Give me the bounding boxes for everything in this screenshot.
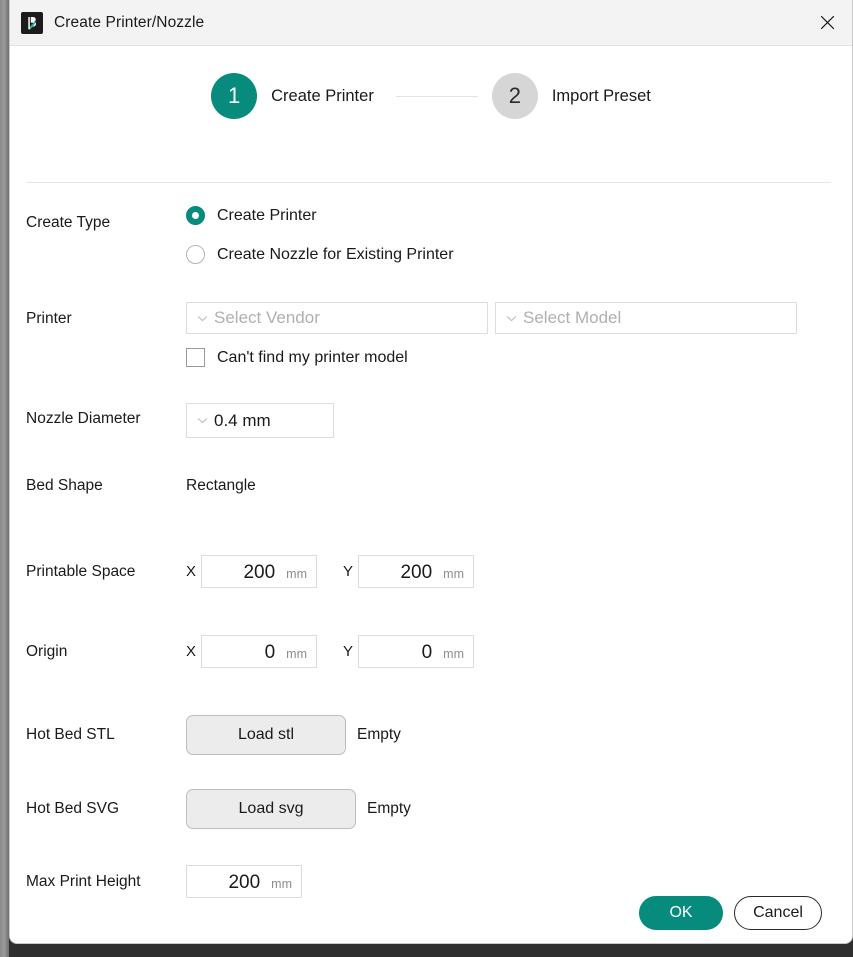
step-2-number: 2 (491, 73, 538, 119)
step-1-number: 1 (211, 73, 258, 119)
radio-create-printer[interactable]: Create Printer (186, 206, 317, 225)
label-origin: Origin (26, 643, 68, 660)
hot-bed-svg-status: Empty (367, 800, 411, 817)
printable-space-x-unit: mm (286, 567, 307, 581)
nozzle-diameter-value: 0.4 mm (214, 410, 271, 430)
load-stl-button[interactable]: Load stl (186, 715, 346, 755)
cancel-button[interactable]: Cancel (734, 896, 822, 930)
row-origin: Origin X 0 mm Y 0 mm (10, 635, 852, 675)
row-nozzle-diameter: Nozzle Diameter 0.4 mm (10, 403, 852, 443)
label-printable-space: Printable Space (26, 563, 136, 580)
printable-space-y-value: 200 (400, 562, 433, 583)
origin-y-unit: mm (443, 647, 464, 661)
label-hot-bed-stl: Hot Bed STL (26, 726, 115, 743)
row-hot-bed-svg: Hot Bed SVG Load svg Empty (10, 789, 852, 829)
step-1-label: Create Printer (271, 86, 374, 105)
printable-space-x-axis: X (186, 563, 197, 580)
max-print-height-input[interactable]: 200 mm (186, 865, 302, 898)
wizard-stepper: 1 Create Printer 2 Import Preset (10, 46, 852, 124)
desktop-background: Create Printer/Nozzle 1 Create Printer 2… (0, 0, 853, 957)
load-svg-button[interactable]: Load svg (186, 789, 356, 829)
nozzle-diameter-dropdown[interactable]: 0.4 mm (186, 403, 334, 438)
select-vendor-text: Select Vendor (214, 308, 320, 327)
hot-bed-stl-status: Empty (357, 726, 401, 743)
radio-create-nozzle-existing[interactable]: Create Nozzle for Existing Printer (186, 245, 454, 264)
label-create-type: Create Type (26, 214, 111, 231)
step-connector-line (395, 95, 478, 97)
row-bed-shape: Bed Shape Rectangle (10, 477, 852, 517)
window-title: Create Printer/Nozzle (54, 13, 205, 31)
chevron-down-icon (197, 418, 208, 424)
printer-form: Create Type Create Printer Create Nozzle… (10, 206, 852, 905)
radio-create-nozzle-label: Create Nozzle for Existing Printer (217, 245, 454, 263)
header-divider (26, 182, 831, 183)
select-model-text: Select Model (523, 308, 622, 327)
bambu-logo-icon (21, 11, 43, 34)
dialog-footer: OK Cancel (639, 882, 822, 943)
printable-space-y-axis: Y (343, 563, 354, 580)
ok-button[interactable]: OK (639, 896, 723, 930)
close-icon[interactable] (802, 0, 852, 44)
printable-space-x-input[interactable]: 200 mm (201, 555, 317, 588)
origin-x-unit: mm (286, 647, 307, 661)
max-print-height-unit: mm (271, 877, 292, 891)
row-hot-bed-stl: Hot Bed STL Load stl Empty (10, 715, 852, 755)
label-hot-bed-svg: Hot Bed SVG (26, 800, 120, 817)
origin-y-input[interactable]: 0 mm (358, 635, 474, 668)
chevron-down-icon (506, 315, 517, 321)
label-max-print-height: Max Print Height (26, 873, 141, 890)
dialog-titlebar: Create Printer/Nozzle (10, 0, 852, 46)
select-vendor-dropdown[interactable]: Select Vendor (186, 302, 488, 334)
max-print-height-value: 200 (228, 872, 261, 893)
label-nozzle-diameter: Nozzle Diameter (26, 410, 141, 427)
cant-find-printer-label: Can't find my printer model (217, 348, 408, 366)
radio-create-nozzle-indicator (186, 245, 205, 264)
row-create-type: Create Type Create Printer Create Nozzle… (10, 206, 852, 264)
printable-space-y-input[interactable]: 200 mm (358, 555, 474, 588)
step-create-printer[interactable]: 1 Create Printer (211, 73, 374, 119)
cant-find-printer-checkbox[interactable]: Can't find my printer model (186, 348, 408, 367)
label-bed-shape: Bed Shape (26, 477, 103, 494)
row-printer: Printer Select Vendor Select Model Can't… (10, 302, 852, 367)
origin-x-value: 0 (264, 642, 276, 663)
step-import-preset[interactable]: 2 Import Preset (491, 73, 651, 119)
radio-create-printer-indicator (186, 206, 205, 225)
radio-create-printer-label: Create Printer (217, 206, 317, 224)
origin-x-input[interactable]: 0 mm (201, 635, 317, 668)
origin-y-axis: Y (343, 643, 354, 660)
create-printer-dialog: Create Printer/Nozzle 1 Create Printer 2… (9, 0, 853, 944)
printable-space-y-unit: mm (443, 567, 464, 581)
checkbox-indicator (186, 348, 205, 367)
parent-window-edge (0, 0, 9, 957)
origin-y-value: 0 (421, 642, 433, 663)
step-2-label: Import Preset (551, 86, 651, 105)
origin-x-axis: X (186, 643, 197, 660)
chevron-down-icon (197, 315, 208, 321)
select-model-dropdown[interactable]: Select Model (495, 302, 797, 334)
label-printer: Printer (26, 310, 72, 327)
row-printable-space: Printable Space X 200 mm Y 200 mm (10, 555, 852, 595)
radio-dot (192, 212, 199, 219)
printable-space-x-value: 200 (243, 562, 276, 583)
dialog-content: 1 Create Printer 2 Import Preset Create … (10, 46, 852, 943)
bed-shape-value: Rectangle (186, 477, 256, 494)
